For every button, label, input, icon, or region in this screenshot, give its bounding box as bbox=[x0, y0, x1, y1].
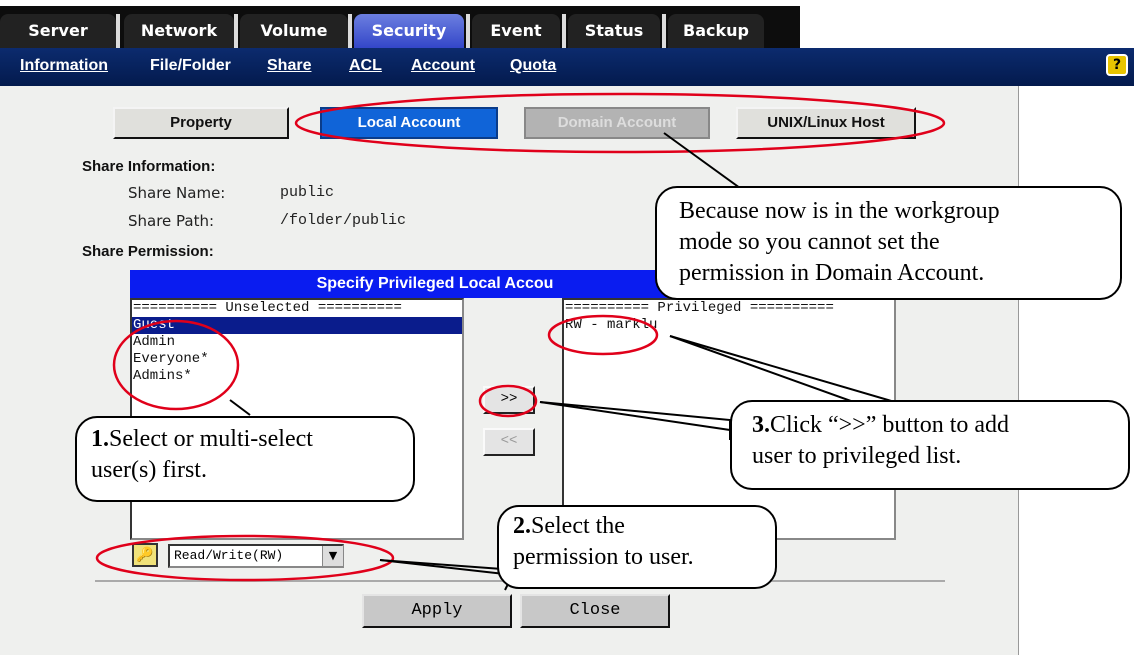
tab-separator bbox=[348, 14, 352, 48]
callout-line: 3.Click “>>” button to add bbox=[752, 410, 1128, 441]
share-path-label: Share Path: bbox=[128, 212, 215, 230]
domain-account-button: Domain Account bbox=[524, 107, 710, 139]
close-button[interactable]: Close bbox=[520, 594, 670, 628]
subnav-quota[interactable]: Quota bbox=[510, 57, 556, 75]
callout-line: user(s) first. bbox=[91, 457, 207, 483]
help-icon[interactable]: ? bbox=[1106, 54, 1128, 76]
privileged-list-header: ========== Privileged ========== bbox=[565, 300, 834, 316]
tab-separator bbox=[562, 14, 566, 48]
list-item[interactable]: RW - marklu bbox=[564, 317, 894, 334]
step3-callout: 3.Click “>>” button to add user to privi… bbox=[730, 400, 1130, 490]
tab-server[interactable]: Server bbox=[0, 14, 116, 48]
tab-status[interactable]: Status bbox=[568, 14, 660, 48]
callout-line: Because now is in the workgroup bbox=[679, 198, 1000, 224]
apply-button[interactable]: Apply bbox=[362, 594, 512, 628]
step1-number: 1. bbox=[91, 426, 109, 452]
callout-text: Select the bbox=[531, 513, 625, 539]
tab-separator bbox=[116, 14, 120, 48]
local-account-button[interactable]: Local Account bbox=[320, 107, 498, 139]
step2-number: 2. bbox=[513, 513, 531, 539]
tab-event[interactable]: Event bbox=[472, 14, 560, 48]
list-item[interactable]: Guest bbox=[132, 317, 462, 334]
add-to-privileged-button[interactable]: >> bbox=[483, 386, 535, 414]
list-item[interactable]: Admins* bbox=[132, 368, 462, 385]
callout-line: user to privileged list. bbox=[752, 443, 962, 469]
unix-linux-host-button[interactable]: UNIX/Linux Host bbox=[736, 107, 916, 139]
share-path-value: /folder/public bbox=[280, 212, 407, 229]
list-item[interactable]: Admin bbox=[132, 334, 462, 351]
callout-line: 2.Select the bbox=[513, 511, 775, 542]
right-blank-pane bbox=[1018, 86, 1134, 655]
permission-key-icon: 🔑 bbox=[132, 543, 158, 567]
share-permission-heading: Share Permission: bbox=[82, 243, 214, 260]
step3-number: 3. bbox=[752, 412, 770, 438]
tab-network[interactable]: Network bbox=[124, 14, 234, 48]
tab-separator bbox=[662, 14, 666, 48]
unselected-list-header: ========== Unselected ========== bbox=[133, 300, 402, 316]
subnav-acl[interactable]: ACL bbox=[349, 57, 382, 75]
subnav-information[interactable]: Information bbox=[20, 57, 108, 75]
subnav-file-folder[interactable]: File/Folder bbox=[150, 57, 231, 75]
remove-from-privileged-button[interactable]: << bbox=[483, 428, 535, 456]
tab-backup[interactable]: Backup bbox=[668, 14, 764, 48]
callout-line: permission to user. bbox=[513, 544, 694, 570]
chevron-down-icon[interactable]: ▼ bbox=[322, 546, 343, 566]
subnav-share[interactable]: Share bbox=[267, 57, 311, 75]
permission-select[interactable]: Read/Write(RW) bbox=[168, 544, 344, 568]
share-name-value: public bbox=[280, 184, 335, 201]
callout-text: Select or multi-select bbox=[109, 426, 313, 452]
tab-separator bbox=[466, 14, 470, 48]
tab-volume[interactable]: Volume bbox=[240, 14, 348, 48]
callout-line: mode so you cannot set the bbox=[679, 229, 940, 255]
list-item[interactable]: Everyone* bbox=[132, 351, 462, 368]
callout-line: permission in Domain Account. bbox=[679, 260, 985, 286]
property-button[interactable]: Property bbox=[113, 107, 289, 139]
callout-line: 1.Select or multi-select bbox=[91, 424, 413, 455]
subnav-account[interactable]: Account bbox=[411, 57, 475, 75]
step2-callout: 2.Select the permission to user. bbox=[497, 505, 777, 589]
tab-security[interactable]: Security bbox=[354, 14, 464, 48]
share-name-label: Share Name: bbox=[128, 184, 226, 202]
share-information-heading: Share Information: bbox=[82, 158, 216, 175]
domain-account-callout: Because now is in the workgroup mode so … bbox=[655, 186, 1122, 300]
tab-separator bbox=[234, 14, 238, 48]
step1-callout: 1.Select or multi-select user(s) first. bbox=[75, 416, 415, 502]
privileged-header-title: Specify Privileged Local Accou bbox=[316, 275, 554, 292]
callout-text: Click “>>” button to add bbox=[770, 412, 1010, 438]
